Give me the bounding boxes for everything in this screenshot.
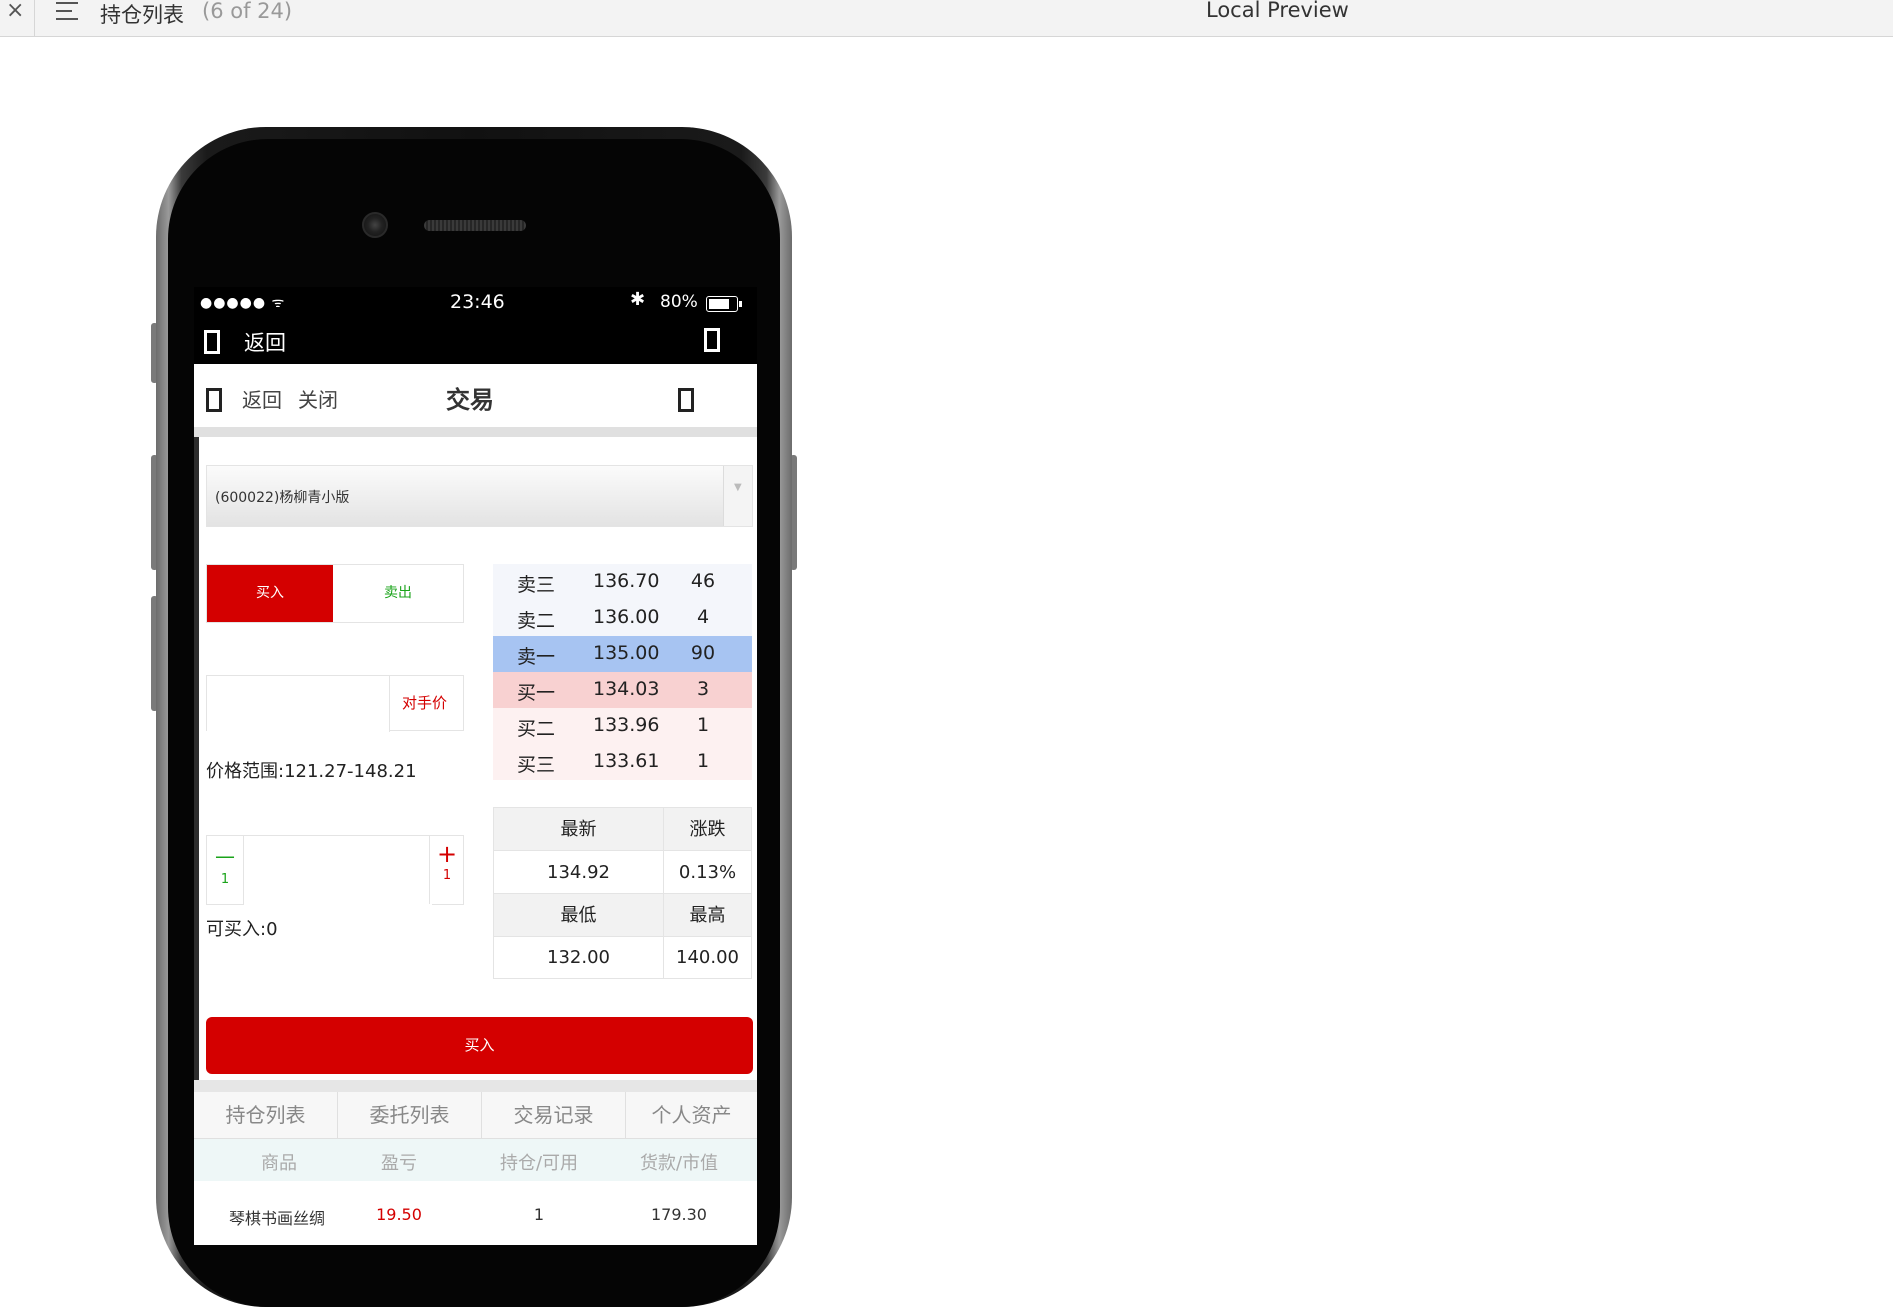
table-row[interactable]: 琴棋书画丝绸 19.50 1 179.30 (194, 1181, 757, 1245)
order-book-volume: 46 (690, 570, 716, 592)
quantity-decrement-button[interactable]: — 1 (207, 836, 244, 904)
status-time: 23:46 (450, 291, 505, 313)
order-book-row[interactable]: 卖二 136.00 4 (493, 600, 752, 636)
minus-icon: — (215, 844, 235, 868)
opponent-price-button[interactable]: 对手价 (386, 676, 463, 730)
can-buy-label: 可买入:0 (206, 919, 278, 940)
earpiece-speaker (424, 220, 526, 231)
order-book-volume: 90 (690, 642, 716, 664)
quantity-increment-button[interactable]: + 1 (429, 836, 464, 904)
battery-icon (706, 296, 742, 312)
price-input[interactable] (207, 676, 390, 732)
window-title: 持仓列表 (100, 3, 184, 27)
order-book-price: 136.00 (593, 606, 660, 628)
header-more-icon[interactable] (678, 388, 694, 412)
signal-wifi-indicator: ●●●●● ᯤ (200, 295, 286, 311)
order-book-level: 买二 (517, 718, 556, 740)
battery-percent: 80% (660, 292, 698, 312)
app-nav-bar: 返回 (194, 321, 757, 364)
position-name: 琴棋书画丝绸 (228, 1209, 325, 1228)
column-header: 商品 (261, 1153, 297, 1174)
phone-screen: ●●●●● ᯤ 23:46 ✱ 80% 返回 返回 关闭 交易 (600022)… (194, 287, 757, 1245)
positions-table-header: 商品 盈亏 持仓/可用 货款/市值 (194, 1139, 757, 1181)
order-book-price: 133.96 (593, 714, 660, 736)
header-divider (194, 427, 757, 437)
menu-icon[interactable] (704, 328, 720, 352)
quote-table: 最新 涨跌 134.92 0.13% 最低 最高 132.00 140.00 (493, 807, 752, 979)
tab-buy[interactable]: 买入 (207, 565, 333, 622)
plus-icon: + (436, 840, 458, 868)
bluetooth-icon: ✱ (630, 289, 646, 310)
front-camera (362, 212, 388, 238)
order-book-volume: 3 (696, 678, 710, 700)
header-back-button[interactable]: 返回 (242, 384, 282, 413)
quote-low-value: 132.00 (494, 937, 664, 978)
quote-change-label: 涨跌 (664, 808, 751, 851)
order-book-level: 卖三 (517, 574, 556, 596)
quote-high-value: 140.00 (676, 947, 739, 968)
quote-change-value: 0.13% (664, 851, 751, 894)
quote-latest-value: 134.92 (494, 851, 664, 894)
page-header: 返回 关闭 交易 (194, 364, 757, 434)
order-book-level: 卖一 (517, 646, 556, 668)
preview-label: Local Preview (1206, 0, 1349, 22)
column-header: 盈亏 (381, 1153, 417, 1174)
quantity-stepper: — 1 + 1 (206, 835, 464, 906)
order-book-row[interactable]: 买二 133.96 1 (493, 708, 752, 744)
tab-trade-records[interactable]: 交易记录 (482, 1092, 626, 1138)
decrement-step: 1 (220, 872, 230, 887)
order-book-volume: 4 (696, 606, 710, 628)
back-icon[interactable] (204, 330, 220, 354)
product-select-value: (600022)杨柳青小版 (215, 490, 350, 506)
order-book-volume: 1 (696, 750, 710, 772)
order-book-price: 136.70 (593, 570, 660, 592)
order-book-level: 买三 (517, 754, 556, 776)
order-book-volume: 1 (696, 714, 710, 736)
list-menu-icon[interactable] (56, 0, 80, 24)
order-book-row[interactable]: 买一 134.03 3 (493, 672, 752, 708)
order-book: 卖三 136.70 46 卖二 136.00 4 卖一 135.00 90 买一… (493, 564, 752, 780)
quantity-input[interactable] (244, 836, 432, 906)
order-book-price: 133.61 (593, 750, 660, 772)
order-book-price: 135.00 (593, 642, 660, 664)
column-header: 货款/市值 (639, 1153, 719, 1174)
position-value: 179.30 (651, 1205, 707, 1224)
bottom-tabs: 持仓列表 委托列表 交易记录 个人资产 (194, 1092, 757, 1139)
tab-sell[interactable]: 卖出 (333, 565, 463, 622)
increment-step: 1 (442, 868, 452, 883)
price-input-group: 对手价 (206, 675, 464, 732)
quote-low-label: 最低 (494, 894, 664, 937)
product-select[interactable]: (600022)杨柳青小版 ▼ (206, 465, 753, 527)
buy-button[interactable]: 买入 (206, 1017, 753, 1074)
column-header: 持仓/可用 (499, 1153, 579, 1174)
select-arrow[interactable]: ▼ (723, 466, 752, 526)
tab-orders[interactable]: 委托列表 (338, 1092, 482, 1138)
tab-personal-assets[interactable]: 个人资产 (626, 1092, 757, 1138)
toolbar-divider (34, 0, 35, 36)
order-book-row[interactable]: 卖一 135.00 90 (493, 636, 752, 672)
quote-latest-label: 最新 (494, 808, 664, 851)
order-book-price: 134.03 (593, 678, 660, 700)
quote-high-label: 最高 (664, 894, 751, 937)
header-back-icon[interactable] (206, 388, 222, 412)
position-holding: 1 (533, 1205, 545, 1224)
order-book-level: 买一 (517, 682, 556, 704)
order-book-row[interactable]: 卖三 136.70 46 (493, 564, 752, 600)
buy-sell-tabs: 买入 卖出 (206, 564, 464, 623)
position-pnl: 19.50 (376, 1205, 422, 1224)
price-range-label: 价格范围:121.27-148.21 (206, 761, 417, 782)
status-bar: ●●●●● ᯤ 23:46 ✱ 80% (194, 287, 757, 321)
order-book-level: 卖二 (517, 610, 556, 632)
close-icon[interactable]: × (6, 0, 24, 23)
section-divider (194, 1080, 757, 1092)
order-book-row[interactable]: 买三 133.61 1 (493, 744, 752, 780)
tab-positions[interactable]: 持仓列表 (194, 1092, 338, 1138)
page-counter: (6 of 24) (202, 0, 293, 23)
header-close-button[interactable]: 关闭 (298, 384, 338, 413)
page-title: 交易 (446, 386, 494, 414)
chevron-down-icon: ▼ (734, 482, 742, 493)
nav-back-button[interactable]: 返回 (244, 327, 286, 357)
preview-toolbar: × 持仓列表 (6 of 24) Local Preview (0, 0, 1893, 37)
